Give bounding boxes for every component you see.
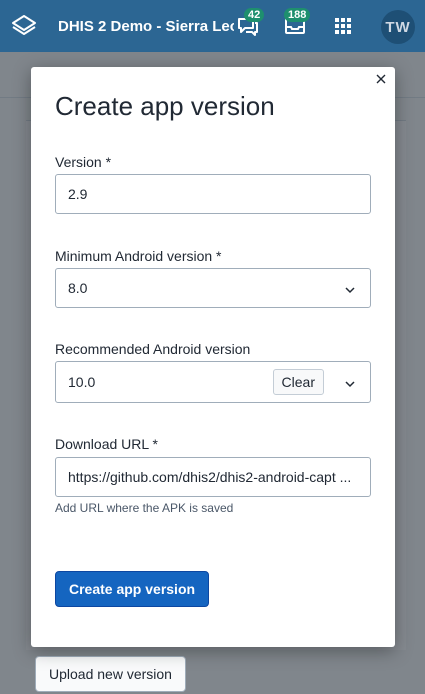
interpretations-badge: 42: [244, 8, 265, 22]
version-field[interactable]: [55, 174, 371, 214]
chevron-down-icon: [344, 283, 356, 295]
clear-button[interactable]: Clear: [272, 369, 324, 395]
dhis2-logo-icon[interactable]: [0, 0, 48, 52]
create-app-version-modal: Create app version Version * Minimum And…: [31, 67, 395, 647]
download-url-help: Add URL where the APK is saved: [55, 501, 234, 515]
download-url-label: Download URL *: [55, 436, 158, 452]
recommended-android-select[interactable]: 10.0 Clear: [55, 361, 371, 403]
create-app-version-button[interactable]: Create app version: [55, 571, 210, 607]
modal-title: Create app version: [55, 91, 275, 121]
close-icon[interactable]: [373, 71, 389, 87]
user-avatar[interactable]: TW: [381, 10, 415, 44]
version-input[interactable]: [68, 186, 370, 202]
download-url-field[interactable]: [55, 457, 371, 497]
chevron-down-icon: [344, 377, 356, 389]
min-android-label: Minimum Android version *: [55, 248, 222, 264]
top-header: DHIS 2 Demo - Sierra Leo... 42 188 TW: [0, 0, 425, 52]
recommended-android-selected: 10.0: [68, 374, 96, 390]
messages-badge: 188: [284, 8, 311, 22]
recommended-android-label: Recommended Android version: [55, 341, 251, 357]
min-android-select[interactable]: 8.0: [55, 268, 371, 308]
upload-new-version-button[interactable]: Upload new version: [35, 656, 186, 692]
min-android-selected: 8.0: [68, 280, 88, 296]
version-label: Version *: [55, 154, 112, 170]
app-title: DHIS 2 Demo - Sierra Leo...: [58, 17, 234, 35]
download-url-input[interactable]: [68, 469, 370, 485]
apps-grid-icon[interactable]: [331, 14, 355, 38]
